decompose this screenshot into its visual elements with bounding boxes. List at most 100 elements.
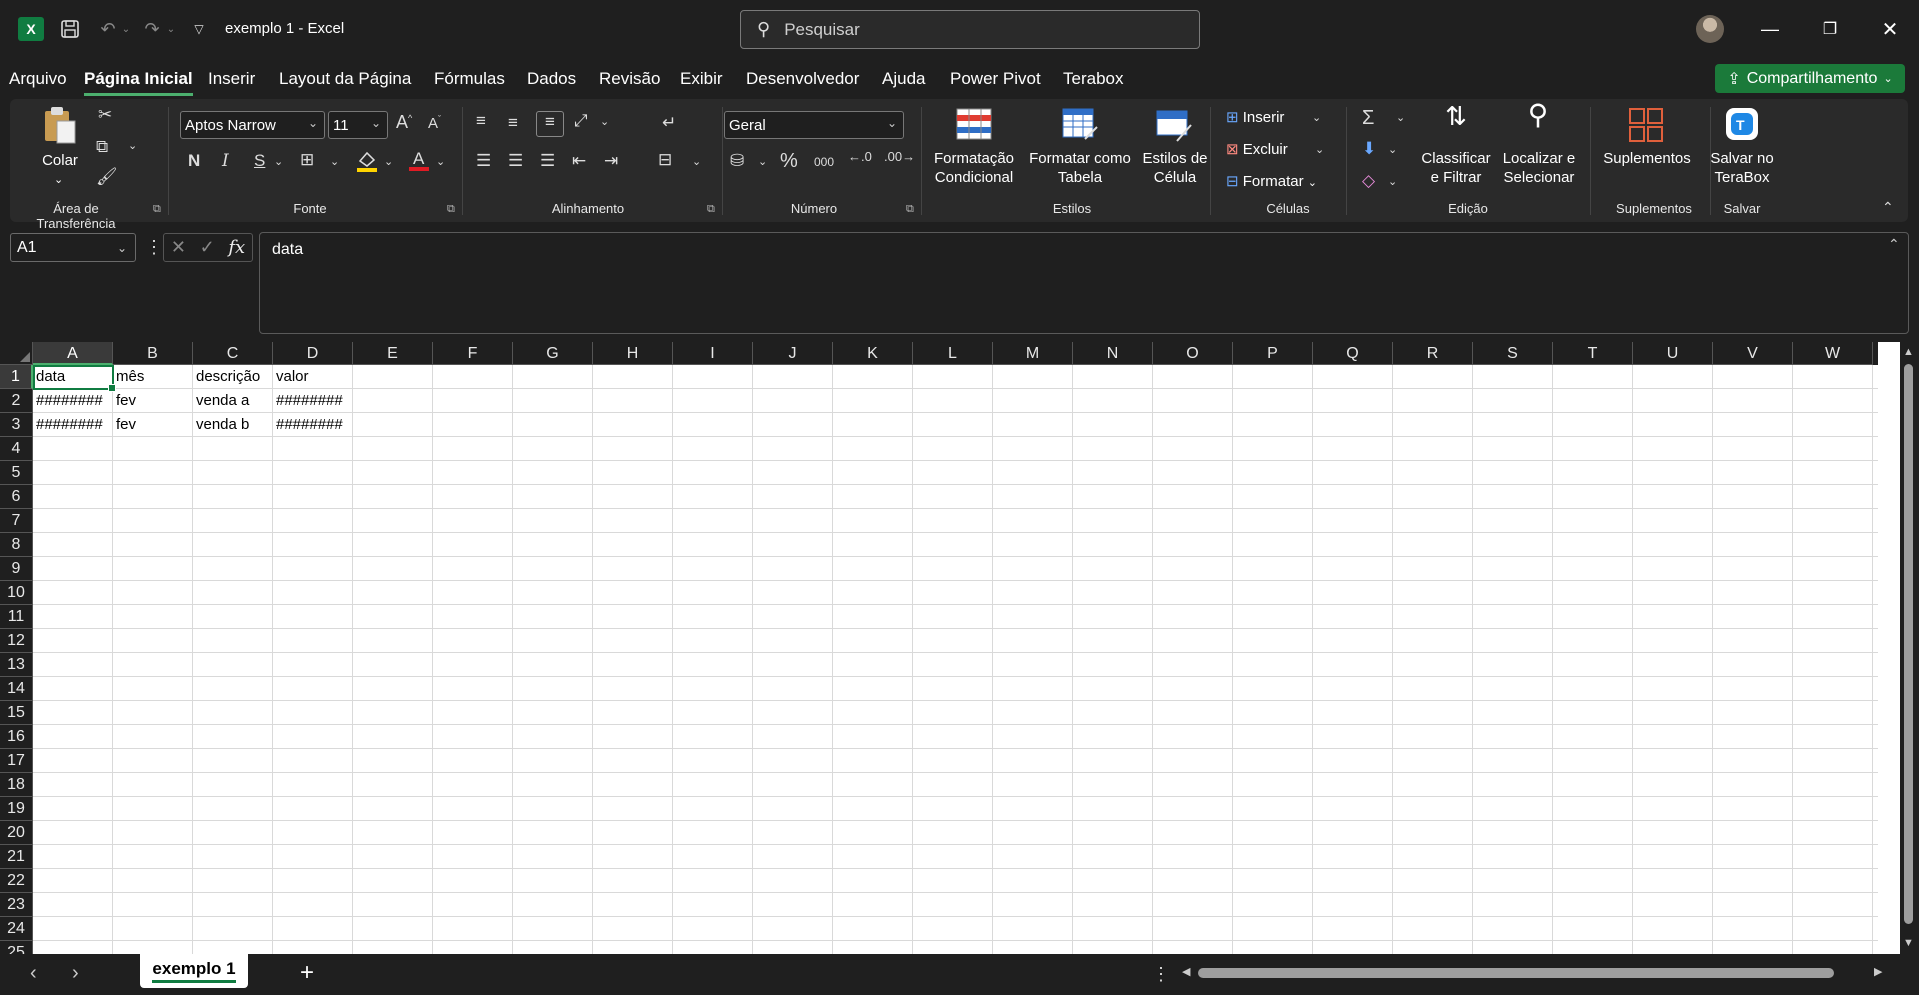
align-top-icon[interactable]: ≡ — [476, 111, 486, 131]
scroll-up-icon[interactable]: ▲ — [1903, 346, 1914, 358]
column-header-a[interactable]: A — [33, 342, 113, 365]
avatar[interactable] — [1696, 15, 1724, 43]
cell-styles-button[interactable]: Estilos de Célula — [1136, 149, 1214, 187]
cell-b3[interactable]: fev — [113, 413, 193, 437]
insert-cells-dropdown-icon[interactable]: ⌄ — [1312, 111, 1321, 124]
tab-power-pivot[interactable]: Power Pivot — [950, 69, 1041, 89]
column-header-d[interactable]: D — [273, 342, 353, 365]
decrease-font-icon[interactable]: Aˇ — [428, 114, 441, 132]
tab-ajuda[interactable]: Ajuda — [882, 69, 925, 89]
borders-icon[interactable]: ⊞ — [300, 150, 314, 170]
chevron-down-icon[interactable]: ⌄ — [54, 171, 63, 190]
column-header-f[interactable]: F — [433, 342, 513, 365]
align-bottom-icon[interactable]: ≡ — [536, 111, 564, 137]
font-size-select[interactable]: 11 ⌄ — [328, 111, 388, 139]
font-name-select[interactable]: Aptos Narrow ⌄ — [180, 111, 325, 139]
format-painter-icon[interactable]: 🖌 — [96, 167, 118, 187]
add-sheet-icon[interactable]: + — [300, 959, 314, 987]
column-header-e[interactable]: E — [353, 342, 433, 365]
minimize-icon[interactable]: — — [1755, 14, 1785, 44]
close-icon[interactable]: ✕ — [1875, 14, 1905, 44]
delete-cells-dropdown-icon[interactable]: ⌄ — [1315, 143, 1324, 156]
align-right-icon[interactable]: ☰ — [540, 151, 555, 171]
cell-styles-icon[interactable] — [1154, 107, 1194, 143]
addins-button[interactable]: Suplementos — [1602, 149, 1692, 168]
sort-filter-icon[interactable]: ⇅ — [1436, 103, 1476, 129]
select-all-button[interactable] — [0, 342, 33, 365]
autosum-dropdown-icon[interactable]: ⌄ — [1396, 111, 1405, 124]
wrap-text-icon[interactable]: ↵ — [662, 113, 676, 133]
cell-b1[interactable]: mês — [113, 365, 193, 389]
tab-dados[interactable]: Dados — [527, 69, 576, 89]
cancel-icon[interactable]: ✕ — [171, 237, 186, 258]
underline-button[interactable]: S — [254, 151, 265, 171]
cell-c3[interactable]: venda b — [193, 413, 273, 437]
name-box[interactable]: A1 ⌄ — [10, 233, 136, 262]
sort-filter-button[interactable]: Classificar e Filtrar — [1416, 149, 1496, 187]
increase-decimal-icon[interactable]: ←.0 — [848, 149, 872, 164]
row-header-8[interactable]: 8 — [0, 533, 33, 557]
column-header-g[interactable]: G — [513, 342, 593, 365]
font-launcher-icon[interactable]: ⧉ — [447, 203, 455, 216]
increase-font-icon[interactable]: A^ — [396, 112, 412, 133]
cell-a1[interactable]: data — [33, 365, 113, 389]
column-header-r[interactable]: R — [1393, 342, 1473, 365]
clear-dropdown-icon[interactable]: ⌄ — [1388, 175, 1397, 188]
column-header-h[interactable]: H — [593, 342, 673, 365]
sheet-tab-exemplo-1[interactable]: exemplo 1 — [140, 954, 248, 988]
column-header-n[interactable]: N — [1073, 342, 1153, 365]
column-header-v[interactable]: V — [1713, 342, 1793, 365]
number-launcher-icon[interactable]: ⧉ — [906, 203, 914, 216]
vertical-scroll-thumb[interactable] — [1904, 364, 1913, 924]
formula-input[interactable]: data — [259, 232, 1909, 334]
cell-c2[interactable]: venda a — [193, 389, 273, 413]
insert-cells-button[interactable]: ⊞ Inserir — [1226, 108, 1284, 127]
borders-dropdown-icon[interactable]: ⌄ — [330, 155, 339, 168]
more-options-icon[interactable]: ⋮ — [1152, 964, 1170, 985]
row-header-7[interactable]: 7 — [0, 509, 33, 533]
row-header-1[interactable]: 1 — [0, 365, 33, 389]
align-middle-icon[interactable]: ≡ — [508, 113, 518, 133]
column-header-o[interactable]: O — [1153, 342, 1233, 365]
tab-pagina-inicial[interactable]: Página Inicial — [84, 69, 193, 96]
cell-d2[interactable]: ######## — [273, 389, 353, 413]
column-header-j[interactable]: J — [753, 342, 833, 365]
vertical-scrollbar[interactable]: ▲ ▼ — [1900, 342, 1919, 954]
column-header-i[interactable]: I — [673, 342, 753, 365]
conditional-formatting-icon[interactable] — [954, 107, 994, 143]
font-color-dropdown-icon[interactable]: ⌄ — [436, 155, 445, 168]
cut-icon[interactable]: ✂ — [98, 105, 112, 125]
orientation-dropdown-icon[interactable]: ⌄ — [600, 115, 609, 128]
tab-exibir[interactable]: Exibir — [680, 69, 723, 89]
row-header-2[interactable]: 2 — [0, 389, 33, 413]
clipboard-launcher-icon[interactable]: ⧉ — [153, 203, 161, 216]
align-left-icon[interactable]: ☰ — [476, 151, 491, 171]
cell-d3[interactable]: ######## — [273, 413, 353, 437]
autosum-icon[interactable]: Σ — [1362, 107, 1374, 130]
conditional-formatting-button[interactable]: Formatação Condicional — [928, 149, 1020, 187]
row-header-16[interactable]: 16 — [0, 725, 33, 749]
row-header-11[interactable]: 11 — [0, 605, 33, 629]
orientation-icon[interactable]: ⤢ — [574, 111, 588, 131]
cell-a3[interactable]: ######## — [33, 413, 113, 437]
column-header-m[interactable]: M — [993, 342, 1073, 365]
scroll-right-icon[interactable]: ▶ — [1874, 965, 1882, 978]
clear-icon[interactable]: ◇ — [1362, 171, 1375, 191]
row-header-15[interactable]: 15 — [0, 701, 33, 725]
find-select-button[interactable]: Localizar e Selecionar — [1496, 149, 1582, 187]
cell-b2[interactable]: fev — [113, 389, 193, 413]
prev-sheet-icon[interactable]: ‹ — [30, 962, 37, 985]
enter-icon[interactable]: ✓ — [200, 237, 215, 258]
save-icon[interactable] — [58, 17, 82, 41]
row-header-19[interactable]: 19 — [0, 797, 33, 821]
column-header-b[interactable]: B — [113, 342, 193, 365]
row-header-9[interactable]: 9 — [0, 557, 33, 581]
fill-dropdown-icon[interactable]: ⌄ — [1388, 143, 1397, 156]
row-header-18[interactable]: 18 — [0, 773, 33, 797]
underline-dropdown-icon[interactable]: ⌄ — [274, 155, 283, 168]
undo-dropdown-icon[interactable]: ⌄ — [121, 22, 131, 36]
tab-terabox[interactable]: Terabox — [1063, 69, 1123, 89]
align-center-icon[interactable]: ☰ — [508, 151, 523, 171]
row-header-3[interactable]: 3 — [0, 413, 33, 437]
tab-arquivo[interactable]: Arquivo — [9, 69, 67, 89]
